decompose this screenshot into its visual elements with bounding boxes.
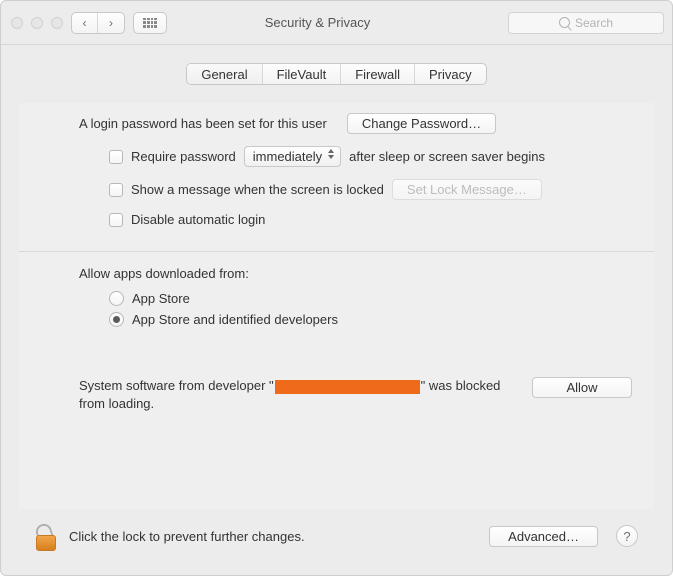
lock-body-icon: [36, 535, 56, 551]
tab-general[interactable]: General: [187, 64, 262, 84]
allow-apps-section: Allow apps downloaded from: App Store Ap…: [19, 266, 654, 327]
search-field[interactable]: Search: [508, 12, 664, 34]
show-message-label: Show a message when the screen is locked: [131, 182, 384, 197]
lock-message: Click the lock to prevent further change…: [69, 529, 479, 544]
blocked-software-notice: System software from developer "" was bl…: [19, 377, 654, 412]
preferences-window: ‹ › Security & Privacy Search General Fi…: [0, 0, 673, 576]
question-icon: ?: [623, 529, 630, 544]
disable-auto-login-row: Disable automatic login: [109, 212, 614, 227]
lock-button[interactable]: [33, 521, 59, 551]
help-button[interactable]: ?: [616, 525, 638, 547]
window-toolbar: ‹ › Security & Privacy Search: [1, 1, 672, 45]
allow-apps-option-identified[interactable]: App Store and identified developers: [109, 312, 614, 327]
window-title: Security & Privacy: [135, 15, 500, 30]
disable-auto-login-checkbox[interactable]: [109, 213, 123, 227]
nav-back-forward: ‹ ›: [71, 12, 125, 34]
blocked-software-text: System software from developer "" was bl…: [79, 377, 514, 412]
allow-apps-option-app-store[interactable]: App Store: [109, 291, 614, 306]
search-icon: [559, 17, 570, 28]
disable-auto-login-label: Disable automatic login: [131, 212, 265, 227]
allow-apps-label: Allow apps downloaded from:: [79, 266, 614, 281]
developer-name-redacted: [275, 380, 420, 394]
tab-privacy[interactable]: Privacy: [415, 64, 486, 84]
show-message-row: Show a message when the screen is locked…: [109, 179, 614, 200]
allow-button[interactable]: Allow: [532, 377, 632, 398]
login-password-row: A login password has been set for this u…: [79, 113, 614, 134]
chevron-right-icon: ›: [109, 16, 113, 30]
tab-bar: General FileVault Firewall Privacy: [186, 63, 486, 85]
footer-bar: Click the lock to prevent further change…: [19, 509, 654, 563]
tab-firewall[interactable]: Firewall: [341, 64, 415, 84]
radio-selected-dot: [113, 316, 120, 323]
radio-app-store[interactable]: [109, 291, 124, 306]
advanced-button[interactable]: Advanced…: [489, 526, 598, 547]
require-password-row: Require password immediately after sleep…: [109, 146, 614, 167]
section-divider: [19, 251, 654, 252]
show-message-checkbox[interactable]: [109, 183, 123, 197]
close-window-button[interactable]: [11, 17, 23, 29]
chevron-left-icon: ‹: [83, 16, 87, 30]
login-password-section: A login password has been set for this u…: [19, 103, 654, 247]
require-password-checkbox[interactable]: [109, 150, 123, 164]
tab-filevault[interactable]: FileVault: [263, 64, 342, 84]
login-password-label: A login password has been set for this u…: [79, 116, 327, 131]
back-button[interactable]: ‹: [72, 13, 98, 33]
radio-identified[interactable]: [109, 312, 124, 327]
change-password-button[interactable]: Change Password…: [347, 113, 496, 134]
search-placeholder: Search: [575, 16, 613, 30]
zoom-window-button[interactable]: [51, 17, 63, 29]
minimize-window-button[interactable]: [31, 17, 43, 29]
general-panel: A login password has been set for this u…: [19, 103, 654, 509]
require-password-delay-select[interactable]: immediately: [244, 146, 341, 167]
radio-identified-label: App Store and identified developers: [132, 312, 338, 327]
window-traffic-lights: [11, 17, 63, 29]
preferences-body: General FileVault Firewall Privacy A log…: [1, 45, 672, 575]
require-password-suffix: after sleep or screen saver begins: [349, 149, 545, 164]
require-password-label: Require password: [131, 149, 236, 164]
radio-app-store-label: App Store: [132, 291, 190, 306]
forward-button[interactable]: ›: [98, 13, 124, 33]
set-lock-message-button[interactable]: Set Lock Message…: [392, 179, 542, 200]
